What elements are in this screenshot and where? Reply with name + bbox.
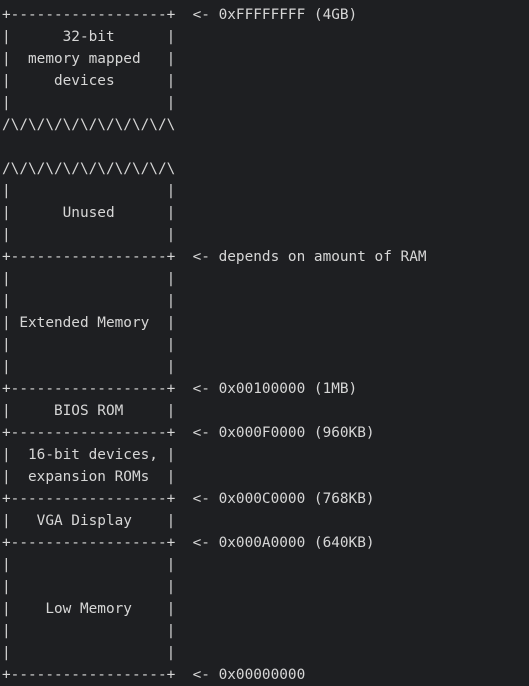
diagram-line: /\/\/\/\/\/\/\/\/\/\ bbox=[2, 161, 176, 177]
diagram-line: | BIOS ROM | bbox=[2, 403, 176, 419]
diagram-line: | | bbox=[2, 293, 176, 309]
diagram-line: | | bbox=[2, 579, 176, 595]
diagram-line: +------------------+ <- 0x00100000 (1MB) bbox=[2, 381, 358, 397]
diagram-line bbox=[2, 136, 527, 158]
diagram-line: | Extended Memory | bbox=[2, 315, 176, 331]
diagram-line: +------------------+ <- 0x000A0000 (640K… bbox=[2, 535, 375, 551]
diagram-line: | memory mapped | bbox=[2, 51, 176, 67]
diagram-line: | expansion ROMs | bbox=[2, 469, 176, 485]
diagram-line: | 16-bit devices, | bbox=[2, 447, 176, 463]
diagram-line: +------------------+ <- 0x000F0000 (960K… bbox=[2, 425, 375, 441]
diagram-line: | Unused | bbox=[2, 205, 176, 221]
diagram-line: | | bbox=[2, 271, 176, 287]
diagram-line: | 32-bit | bbox=[2, 29, 176, 45]
diagram-line: | | bbox=[2, 557, 176, 573]
diagram-line: | | bbox=[2, 337, 176, 353]
diagram-line: +------------------+ <- 0xFFFFFFFF (4GB) bbox=[2, 7, 358, 23]
diagram-line: | | bbox=[2, 227, 176, 243]
diagram-line: /\/\/\/\/\/\/\/\/\/\ bbox=[2, 117, 176, 133]
diagram-line: +------------------+ <- depends on amoun… bbox=[2, 249, 427, 265]
diagram-line: | | bbox=[2, 645, 176, 661]
diagram-line: | VGA Display | bbox=[2, 513, 176, 529]
diagram-line: +------------------+ <- 0x000C0000 (768K… bbox=[2, 491, 375, 507]
diagram-line: | Low Memory | bbox=[2, 601, 176, 617]
diagram-line: | devices | bbox=[2, 73, 176, 89]
diagram-line: | | bbox=[2, 359, 176, 375]
memory-map-diagram: +------------------+ <- 0xFFFFFFFF (4GB)… bbox=[2, 4, 527, 686]
diagram-line: | | bbox=[2, 183, 176, 199]
diagram-line: | | bbox=[2, 95, 176, 111]
diagram-line: | | bbox=[2, 623, 176, 639]
diagram-line: +------------------+ <- 0x00000000 bbox=[2, 667, 306, 683]
